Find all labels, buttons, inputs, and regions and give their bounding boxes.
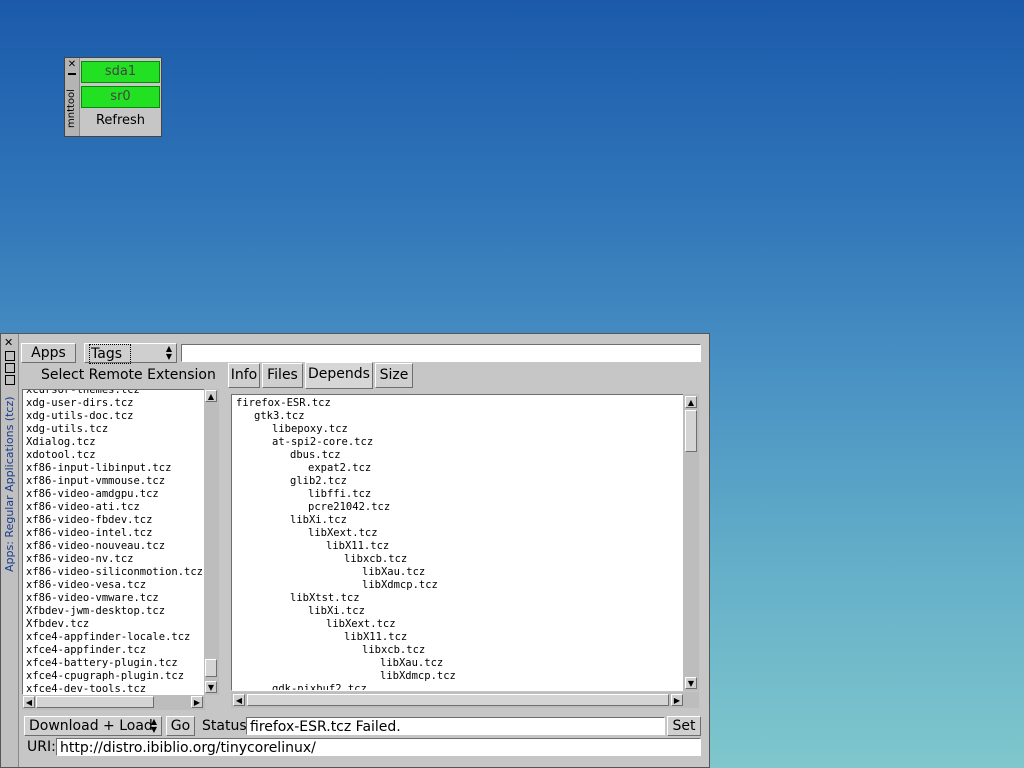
mount-sda1-button[interactable]: sda1 bbox=[81, 61, 160, 83]
extension-list-item[interactable]: xf86-video-nv.tcz bbox=[26, 553, 204, 566]
status-label: Status bbox=[202, 718, 247, 734]
depends-vscrollbar[interactable]: ▲ ▼ bbox=[683, 394, 699, 691]
status-field: firefox-ESR.tcz Failed. bbox=[246, 717, 665, 735]
depends-tree-item: libxcb.tcz bbox=[344, 553, 408, 565]
extension-list-item[interactable]: xf86-input-vmmouse.tcz bbox=[26, 475, 204, 488]
depends-tree-item: libXdmcp.tcz bbox=[362, 579, 438, 591]
updown-arrows-icon: ▲ ▼ bbox=[150, 717, 157, 734]
extension-list-item[interactable]: xdg-utils.tcz bbox=[26, 423, 204, 436]
depends-tree-item: libXdmcp.tcz bbox=[380, 670, 456, 682]
extension-list-item[interactable]: xf86-video-vesa.tcz bbox=[26, 579, 204, 592]
depends-tree-item: libX11.tcz bbox=[344, 631, 408, 643]
extension-list-item[interactable]: xfce4-appfinder-locale.tcz bbox=[26, 631, 204, 644]
extension-list-item[interactable]: xf86-video-vmware.tcz bbox=[26, 592, 204, 605]
depends-tree-item: libffi.tcz bbox=[308, 488, 372, 500]
minimize-icon[interactable] bbox=[5, 351, 15, 361]
extension-list-item[interactable]: xf86-input-libinput.tcz bbox=[26, 462, 204, 475]
tags-select[interactable]: Tags ▲ ▼ bbox=[84, 343, 177, 364]
mnttool-window: ✕ mnttool sda1 sr0 Refresh bbox=[64, 57, 162, 137]
apps-window-titlebar[interactable]: ✕ Apps: Regular Applications (tcz) bbox=[1, 334, 19, 767]
depends-tree-item: gtk3.tcz bbox=[254, 410, 305, 422]
extension-list-item[interactable]: xfce4-cpugraph-plugin.tcz bbox=[26, 670, 204, 683]
extension-list-item[interactable]: xf86-video-ati.tcz bbox=[26, 501, 204, 514]
extension-list-item[interactable]: xfce4-appfinder.tcz bbox=[26, 644, 204, 657]
depends-tree-item: libepoxy.tcz bbox=[272, 423, 348, 435]
scroll-left-arrow-icon[interactable]: ◀ bbox=[233, 694, 245, 706]
depends-tree-item: libXau.tcz bbox=[362, 566, 426, 578]
set-button[interactable]: Set bbox=[667, 716, 701, 736]
updown-arrows-icon: ▲ ▼ bbox=[165, 344, 172, 361]
scroll-up-arrow-icon[interactable]: ▲ bbox=[685, 396, 697, 408]
extension-list-item[interactable]: xf86-video-siliconmotion.tcz bbox=[26, 566, 204, 579]
depends-tree-item: libXau.tcz bbox=[380, 657, 444, 669]
depends-tree-item: expat2.tcz bbox=[308, 462, 372, 474]
mnttool-title: mnttool bbox=[66, 89, 77, 128]
extension-list-item[interactable]: xdg-user-dirs.tcz bbox=[26, 397, 204, 410]
scroll-up-arrow-icon[interactable]: ▲ bbox=[205, 390, 217, 402]
extension-list-vscrollbar[interactable]: ▲ ▼ bbox=[204, 389, 219, 695]
scroll-thumb[interactable] bbox=[685, 410, 697, 452]
extension-list-item[interactable]: xf86-video-amdgpu.tcz bbox=[26, 488, 204, 501]
extension-list-item[interactable]: xfce4-battery-plugin.tcz bbox=[26, 657, 204, 670]
depends-tree-item: libX11.tcz bbox=[326, 540, 390, 552]
depends-tree-item: gdk-pixbuf2.tcz bbox=[272, 683, 367, 691]
depends-tree-item: libxcb.tcz bbox=[362, 644, 426, 656]
depends-tree-item: libXtst.tcz bbox=[290, 592, 360, 604]
scroll-thumb[interactable] bbox=[205, 659, 217, 677]
restore-icon[interactable] bbox=[5, 375, 15, 385]
scroll-left-arrow-icon[interactable]: ◀ bbox=[23, 696, 35, 708]
close-icon[interactable]: ✕ bbox=[4, 337, 13, 348]
extension-list-item[interactable]: Xdialog.tcz bbox=[26, 436, 204, 449]
depends-hscrollbar[interactable]: ◀ ▶ bbox=[231, 692, 699, 708]
extension-list-item[interactable]: xf86-video-nouveau.tcz bbox=[26, 540, 204, 553]
mnttool-titlebar[interactable]: ✕ mnttool bbox=[65, 58, 80, 136]
scroll-thumb[interactable] bbox=[36, 696, 154, 708]
tab-depends[interactable]: Depends bbox=[305, 362, 373, 389]
maximize-icon[interactable] bbox=[5, 363, 15, 373]
extension-list-item[interactable]: xf86-video-intel.tcz bbox=[26, 527, 204, 540]
scroll-right-arrow-icon[interactable]: ▶ bbox=[191, 696, 203, 708]
scroll-thumb[interactable] bbox=[247, 694, 669, 706]
uri-input[interactable]: http://distro.ibiblio.org/tinycorelinux/ bbox=[56, 738, 701, 756]
refresh-button[interactable]: Refresh bbox=[81, 111, 160, 133]
apps-menu-button[interactable]: Apps bbox=[21, 343, 76, 363]
window-title: Apps: Regular Applications (tcz) bbox=[3, 396, 16, 572]
tab-files[interactable]: Files bbox=[262, 363, 303, 388]
search-input[interactable] bbox=[181, 344, 701, 362]
depends-tree-item: libXext.tcz bbox=[308, 527, 378, 539]
scroll-down-arrow-icon[interactable]: ▼ bbox=[685, 677, 697, 689]
depends-tree-item: dbus.tcz bbox=[290, 449, 341, 461]
depends-tree-item: firefox-ESR.tcz bbox=[236, 397, 331, 409]
extension-list[interactable]: xcursor-themes.tcz xdg-user-dirs.tcz xdg-u… bbox=[22, 389, 205, 695]
depends-tree-item: libXext.tcz bbox=[326, 618, 396, 630]
tab-info[interactable]: Info bbox=[228, 363, 260, 388]
scroll-down-arrow-icon[interactable]: ▼ bbox=[205, 681, 217, 693]
extension-list-hscrollbar[interactable]: ◀ ▶ bbox=[22, 695, 205, 710]
extension-list-item[interactable]: xfce4-dev-tools.tcz bbox=[26, 683, 204, 694]
depends-tree-item: libXi.tcz bbox=[290, 514, 347, 526]
depends-list[interactable]: firefox-ESR.tcz gtk3.tcz libepoxy.tcz at-sp… bbox=[231, 394, 684, 691]
tab-size[interactable]: Size bbox=[375, 363, 413, 388]
mount-sr0-button[interactable]: sr0 bbox=[81, 86, 160, 108]
minimize-icon[interactable] bbox=[68, 73, 76, 75]
close-icon[interactable]: ✕ bbox=[67, 60, 77, 70]
extension-list-item[interactable]: xcursor-themes.tcz bbox=[26, 390, 204, 397]
depends-tree-item: pcre21042.tcz bbox=[308, 501, 391, 513]
extension-list-item[interactable]: Xfbdev-jwm-desktop.tcz bbox=[26, 605, 204, 618]
uri-label: URI: bbox=[27, 739, 56, 755]
extension-list-item[interactable]: Xfbdev.tcz bbox=[26, 618, 204, 631]
depends-tree-item: at-spi2-core.tcz bbox=[272, 436, 374, 448]
select-remote-extension-label: Select Remote Extension bbox=[41, 367, 216, 383]
depends-tree-item: glib2.tcz bbox=[290, 475, 347, 487]
extension-list-item[interactable]: xf86-video-fbdev.tcz bbox=[26, 514, 204, 527]
go-button[interactable]: Go bbox=[166, 716, 195, 736]
tags-select-value: Tags bbox=[89, 344, 131, 364]
extension-list-item[interactable]: xdotool.tcz bbox=[26, 449, 204, 462]
scroll-right-arrow-icon[interactable]: ▶ bbox=[671, 694, 683, 706]
action-select-value: Download + Load bbox=[29, 718, 153, 734]
extension-list-item[interactable]: xdg-utils-doc.tcz bbox=[26, 410, 204, 423]
depends-tree-item: libXi.tcz bbox=[308, 605, 365, 617]
action-select[interactable]: Download + Load ▲ ▼ bbox=[24, 716, 162, 736]
